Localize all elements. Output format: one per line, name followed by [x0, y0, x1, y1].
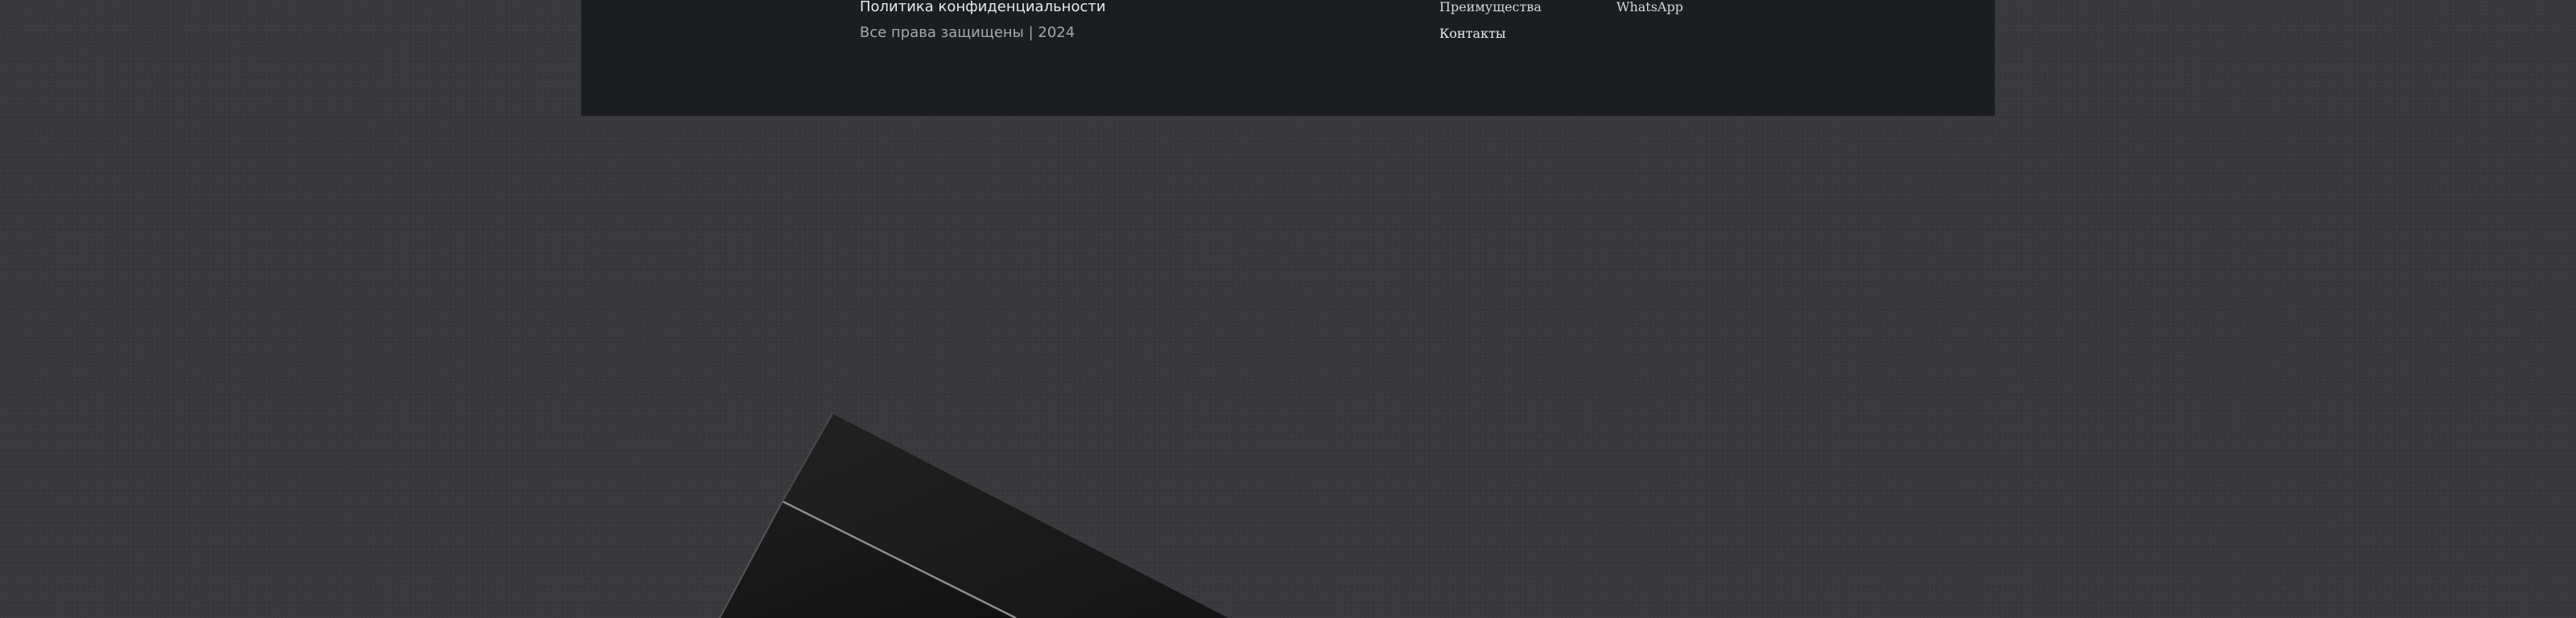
footer-nav-contacts[interactable]: Контакты	[1439, 27, 1506, 40]
footer-legal: Политика конфиденциальности Все права за…	[860, 0, 1106, 40]
copyright-text: Все права защищены | 2024	[860, 24, 1075, 41]
decorative-panel-left-edge-lower	[719, 501, 783, 618]
decorative-panel-front	[720, 501, 1016, 618]
footer-nav-whatsapp[interactable]: WhatsApp	[1616, 1, 1683, 14]
decorative-panel-back	[782, 414, 1228, 618]
decorative-panel-edge	[782, 500, 1017, 618]
privacy-policy-link[interactable]: Политика конфиденциальности	[860, 0, 1106, 14]
site-footer: Политика конфиденциальности Все права за…	[581, 0, 1995, 116]
decorative-panel-left-edge	[782, 413, 833, 502]
footer-nav-advantages[interactable]: Преимущества	[1439, 1, 1542, 14]
